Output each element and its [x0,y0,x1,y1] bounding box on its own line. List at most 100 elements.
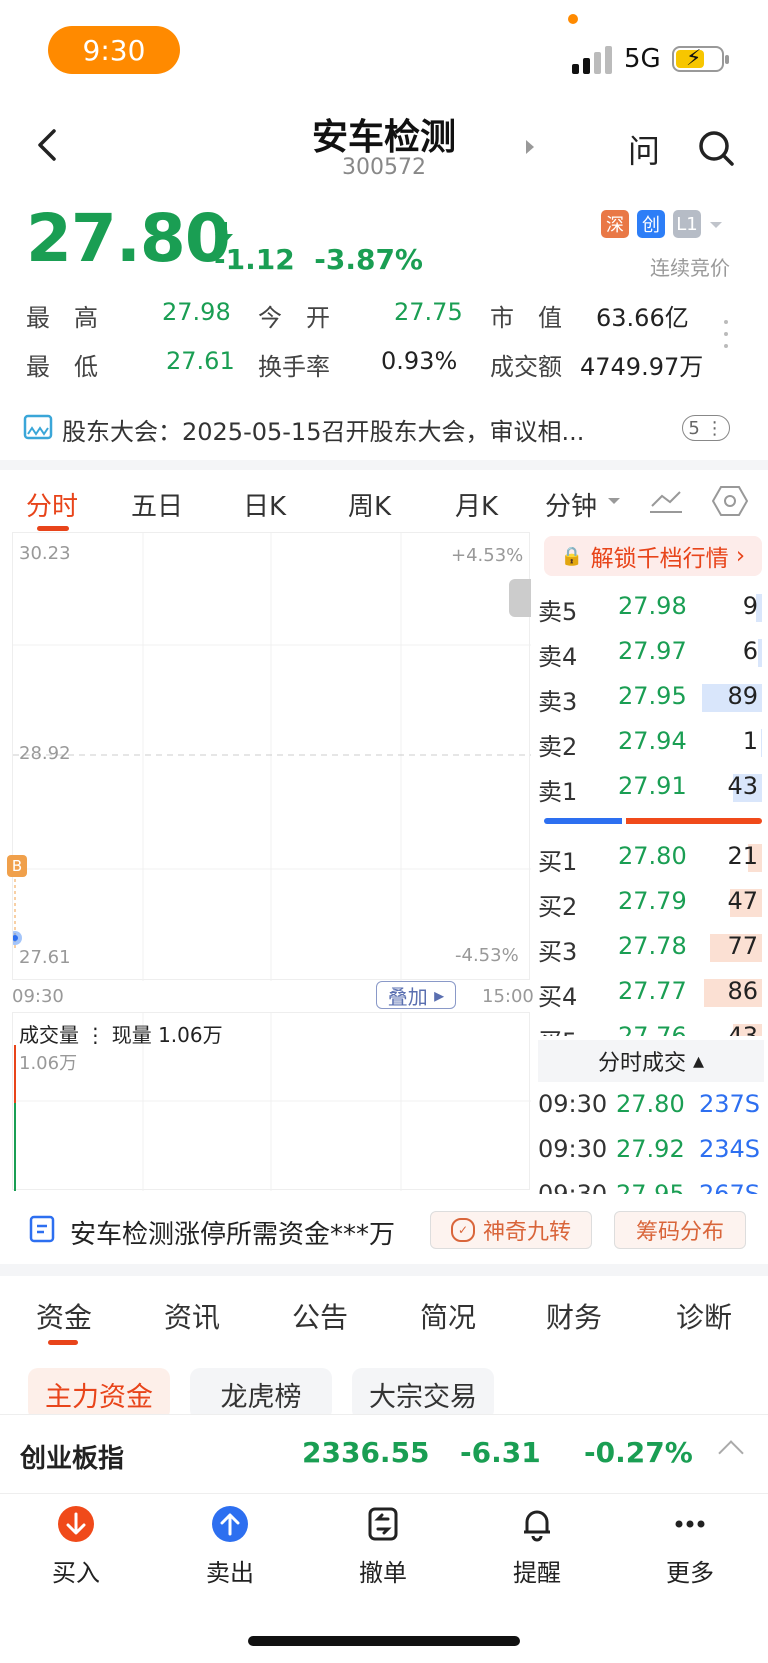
volume-title: 成交量 ⋮ 现量 1.06万 [19,1023,223,1047]
high-value: 27.98 [162,298,231,326]
overlay-button[interactable]: 叠加 ▸ [376,981,456,1009]
open-label: 今 开 [258,304,330,332]
level-qty: 77 [727,932,758,960]
depth-bar [761,729,762,757]
orderbook-row[interactable]: 卖5 27.98 9 [538,592,762,626]
orderbook-row[interactable]: 卖4 27.97 6 [538,637,762,671]
orderbook-row[interactable]: 买3 27.78 77 [538,932,762,966]
level-qty: 86 [727,977,758,1005]
level-price: 27.79 [618,887,687,915]
chart-mid-price: 28.92 [19,743,71,764]
tab-funds[interactable]: 资金 [36,1296,92,1336]
battery-icon: ⚡ [672,46,729,72]
orderbook-row[interactable]: 买1 27.80 21 [538,842,762,876]
tab-daily-k[interactable]: 日K [243,486,286,523]
chart-style-icon[interactable] [648,488,684,516]
level-qty: 9 [742,592,758,620]
cancel-order-button[interactable]: 撤单 [333,1505,433,1588]
divider [0,1264,768,1276]
orderbook-row[interactable]: 卖2 27.94 1 [538,727,762,761]
level-label: 卖5 [538,598,578,626]
divider [0,460,768,470]
level-price: 27.98 [618,592,687,620]
minute-dropdown-icon[interactable] [608,498,620,504]
orderbook-row[interactable]: 卖1 27.91 43 [538,772,762,806]
tab-finance[interactable]: 财务 [546,1296,602,1336]
tab-monthly-k[interactable]: 月K [455,486,498,523]
chip-main-funds[interactable]: 主力资金 [28,1368,170,1420]
chart-grid [13,533,531,981]
level-label: 买5 [538,1022,577,1036]
tab-news[interactable]: 资讯 [164,1296,220,1336]
chip-distribution-button[interactable]: 筹码分布 [614,1211,746,1249]
level-qty: 21 [727,842,758,870]
buy-marker[interactable]: B [7,855,27,877]
tab-five-day[interactable]: 五日 [131,486,183,523]
more-icon [675,1520,705,1528]
tab-intraday[interactable]: 分时 [26,486,78,523]
level-label: 卖4 [538,643,578,671]
search-icon[interactable] [696,128,736,168]
orderbook-row[interactable]: 卖3 27.95 89 [538,682,762,716]
unlock-depth-button[interactable]: 🔒 解锁千档行情 › [544,536,762,576]
level-tag[interactable]: L1 [673,210,701,238]
collapse-handle[interactable] [509,579,531,617]
sell-button[interactable]: 卖出 [180,1505,280,1588]
index-pct: -0.27% [584,1436,693,1469]
level-qty: 43 [727,772,758,800]
orderbook-row: 买5 27.76 43 [538,1022,762,1036]
limit-up-info[interactable]: 安车检测涨停所需资金***万 [70,1214,395,1251]
trade-mode: 连续竞价 [650,256,730,280]
volume-chart[interactable]: 成交量 ⋮ 现量 1.06万 1.06万 [12,1012,531,1191]
orderbook-row[interactable]: 买4 27.77 86 [538,977,762,1011]
level-label: 买4 [538,983,578,1011]
tick-time: 09:30 [538,1180,608,1194]
mcap-label: 市 值 [490,304,562,332]
current-price: 27.80 [26,200,231,277]
tick-volume: 237S [698,1090,760,1118]
chart-start-time: 09:30 [12,986,64,1007]
notice-count-badge[interactable]: 5 ⋮ [682,415,730,441]
buy-button[interactable]: 买入 [26,1505,126,1588]
alert-button[interactable]: 提醒 [487,1505,587,1588]
overlay-label: 叠加 [387,984,428,1009]
tab-profile[interactable]: 简况 [420,1296,476,1336]
level-label: 卖3 [538,688,578,716]
level-dropdown-icon[interactable] [710,222,722,228]
level-price: 27.97 [618,637,687,665]
level-price: 27.80 [618,842,687,870]
next-stock-icon[interactable] [526,140,534,154]
level-price: 27.77 [618,977,687,1005]
tick-list[interactable]: 09:30 27.80 237S 09:30 27.92 234S 09:30 27.95 26… [538,1090,764,1194]
tab-underline [48,1340,78,1345]
board-tag: 创 [637,210,665,238]
tab-weekly-k[interactable]: 周K [348,486,391,523]
tab-minute[interactable]: 分钟 [545,486,597,523]
tab-announcements[interactable]: 公告 [292,1296,348,1336]
magic-nine-button[interactable]: ✓ 神奇九转 [430,1211,592,1249]
unlock-label: 解锁千档行情 [590,546,729,572]
sell-icon [212,1506,248,1542]
level-price: 27.94 [618,727,687,755]
settings-icon[interactable] [712,484,748,518]
level-qty: 6 [742,637,758,665]
chip-dragon-tiger[interactable]: 龙虎榜 [190,1368,332,1420]
tick-volume: 267S [698,1180,760,1194]
tick-trades-header[interactable]: 分时成交 ▴ [538,1040,764,1082]
orderbook-row[interactable]: 买2 27.79 47 [538,887,762,921]
tab-diagnosis[interactable]: 诊断 [676,1296,732,1336]
more-button[interactable]: 更多 [640,1505,740,1588]
more-stats-icon[interactable] [724,320,730,360]
level-price: 27.76 [618,1022,687,1036]
cancel-order-icon [368,1507,398,1541]
check-circle-icon: ✓ [450,1218,475,1242]
ask-button[interactable]: 问 [628,126,660,172]
chart-end-time: 15:00 [482,986,534,1007]
chip-block-trade[interactable]: 大宗交易 [352,1368,494,1420]
network-type: 5G [624,44,661,74]
tick-time: 09:30 [538,1090,608,1118]
intraday-chart[interactable]: 30.23 +4.53% 28.92 27.61 -4.53% B [7,532,531,981]
mcap-value: 63.66亿 [596,304,689,332]
notice-text[interactable]: 股东大会：2025-05-15召开股东大会，审议相... [62,412,584,447]
buy-icon [58,1506,94,1542]
